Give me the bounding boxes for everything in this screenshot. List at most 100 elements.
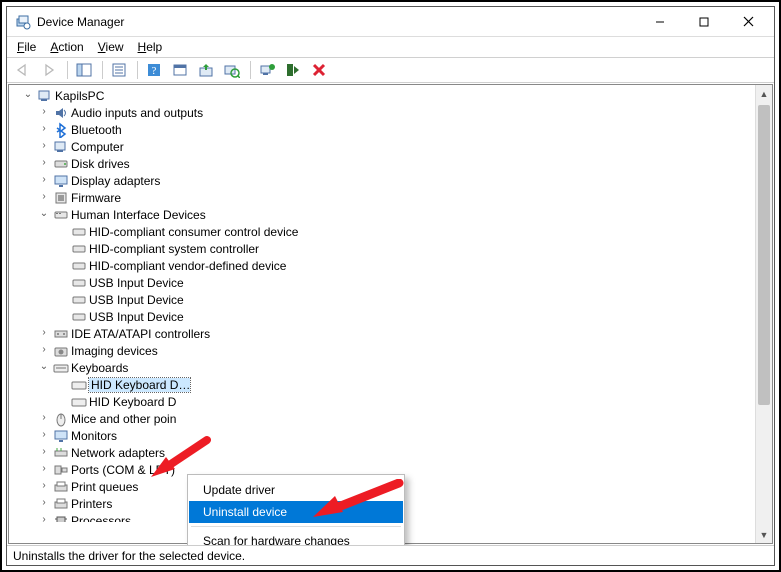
tree-item-hid[interactable]: ⌄ Human Interface Devices	[13, 206, 772, 223]
tree-item[interactable]: ›Disk drives	[13, 155, 772, 172]
statusbar: Uninstalls the driver for the selected d…	[7, 545, 774, 565]
app-icon	[15, 14, 31, 30]
display-icon	[53, 173, 69, 189]
collapse-icon[interactable]: ›	[37, 513, 51, 523]
ide-icon	[53, 326, 69, 342]
maximize-button[interactable]	[682, 8, 726, 36]
hid-icon	[71, 275, 87, 291]
hid-icon	[71, 224, 87, 240]
menu-help[interactable]: Help	[132, 39, 169, 55]
collapse-icon[interactable]: ›	[37, 190, 51, 204]
collapse-icon[interactable]: ›	[37, 479, 51, 493]
collapse-icon[interactable]: ›	[37, 156, 51, 170]
toolbar-help-button[interactable]: ?	[142, 59, 166, 81]
collapse-icon[interactable]: ›	[37, 105, 51, 119]
tree-item[interactable]: ›Firmware	[13, 189, 772, 206]
collapse-icon[interactable]: ›	[37, 122, 51, 136]
hid-icon	[71, 292, 87, 308]
collapse-icon[interactable]: ›	[37, 496, 51, 510]
tree-leaf[interactable]: USB Input Device	[13, 274, 772, 291]
toolbar-properties-button[interactable]	[107, 59, 131, 81]
expand-icon[interactable]: ⌄	[21, 88, 35, 102]
tree-leaf-keyboard-selected[interactable]: HID Keyboard D…	[13, 376, 772, 393]
scroll-down-icon[interactable]: ▼	[756, 526, 772, 543]
expand-icon[interactable]: ⌄	[37, 360, 51, 374]
disk-icon	[53, 156, 69, 172]
tree-item[interactable]: ›IDE ATA/ATAPI controllers	[13, 325, 772, 342]
collapse-icon[interactable]: ›	[37, 411, 51, 425]
bluetooth-icon	[53, 122, 69, 138]
collapse-icon[interactable]: ›	[37, 445, 51, 459]
toolbar-update-driver-button[interactable]	[194, 59, 218, 81]
status-text: Uninstalls the driver for the selected d…	[13, 549, 245, 563]
toolbar-back-button[interactable]	[11, 59, 35, 81]
mouse-icon	[53, 411, 69, 427]
tree-item[interactable]: ›Monitors	[13, 427, 772, 444]
firmware-icon	[53, 190, 69, 206]
tree-leaf[interactable]: HID-compliant system controller	[13, 240, 772, 257]
device-manager-window: Device Manager File Action View Help	[6, 6, 775, 566]
tree-item[interactable]: ›Display adapters	[13, 172, 772, 189]
toolbar-action-button[interactable]	[168, 59, 192, 81]
toolbar-add-legacy-button[interactable]	[255, 59, 279, 81]
toolbar: ?	[7, 57, 774, 83]
tree-leaf[interactable]: HID-compliant consumer control device	[13, 223, 772, 240]
collapse-icon[interactable]: ›	[37, 428, 51, 442]
tree-item[interactable]: ›Mice and other poin	[13, 410, 772, 427]
collapse-icon[interactable]: ›	[37, 173, 51, 187]
keyboard-icon	[71, 377, 87, 393]
hid-icon	[71, 258, 87, 274]
titlebar: Device Manager	[7, 7, 774, 37]
close-button[interactable]	[726, 8, 770, 36]
tree-leaf[interactable]: USB Input Device	[13, 308, 772, 325]
ctx-uninstall-device[interactable]: Uninstall device	[189, 501, 403, 523]
minimize-button[interactable]	[638, 8, 682, 36]
collapse-icon[interactable]: ›	[37, 462, 51, 476]
tree-item[interactable]: ›Bluetooth	[13, 121, 772, 138]
content-area: ⌄ KapilsPC ›Audio inputs and outputs›Blu…	[7, 83, 774, 545]
ctx-scan-hardware[interactable]: Scan for hardware changes	[189, 530, 403, 545]
scroll-thumb[interactable]	[758, 105, 770, 405]
tree-item[interactable]: ›Audio inputs and outputs	[13, 104, 772, 121]
hid-icon	[71, 309, 87, 325]
tree-item[interactable]: ›Imaging devices	[13, 342, 772, 359]
collapse-icon[interactable]: ›	[37, 343, 51, 357]
tree-item[interactable]: ›Computer	[13, 138, 772, 155]
collapse-icon[interactable]: ›	[37, 326, 51, 340]
toolbar-forward-button[interactable]	[37, 59, 61, 81]
svg-text:?: ?	[152, 65, 157, 77]
toolbar-uninstall-button[interactable]	[307, 59, 331, 81]
menubar: File Action View Help	[7, 37, 774, 57]
toolbar-disable-button[interactable]	[281, 59, 305, 81]
keyboard-icon	[53, 360, 69, 376]
expand-icon[interactable]: ⌄	[37, 207, 51, 221]
audio-icon	[53, 105, 69, 121]
collapse-icon[interactable]: ›	[37, 139, 51, 153]
window-title: Device Manager	[37, 15, 638, 29]
ports-icon	[53, 462, 69, 478]
tree-item[interactable]: ›Network adapters	[13, 444, 772, 461]
context-menu: Update driver Uninstall device Scan for …	[187, 474, 405, 545]
network-icon	[53, 445, 69, 461]
hid-icon	[71, 241, 87, 257]
tree-root[interactable]: ⌄ KapilsPC	[13, 87, 772, 104]
toolbar-scan-button[interactable]	[220, 59, 244, 81]
printq-icon	[53, 479, 69, 495]
cpu-icon	[53, 513, 69, 523]
tree-leaf[interactable]: USB Input Device	[13, 291, 772, 308]
vertical-scrollbar[interactable]: ▲ ▼	[755, 85, 772, 543]
menu-action[interactable]: Action	[44, 39, 89, 55]
scroll-up-icon[interactable]: ▲	[756, 85, 772, 102]
tree-leaf-keyboard[interactable]: HID Keyboard D	[13, 393, 772, 410]
monitor-icon	[53, 428, 69, 444]
computer-icon	[53, 139, 69, 155]
ctx-update-driver[interactable]: Update driver	[189, 479, 403, 501]
imaging-icon	[53, 343, 69, 359]
tree-item-keyboards[interactable]: ⌄ Keyboards	[13, 359, 772, 376]
menu-file[interactable]: File	[11, 39, 42, 55]
hid-icon	[53, 207, 69, 223]
keyboard-icon	[71, 394, 87, 410]
toolbar-show-hide-tree-button[interactable]	[72, 59, 96, 81]
menu-view[interactable]: View	[92, 39, 130, 55]
tree-leaf[interactable]: HID-compliant vendor-defined device	[13, 257, 772, 274]
